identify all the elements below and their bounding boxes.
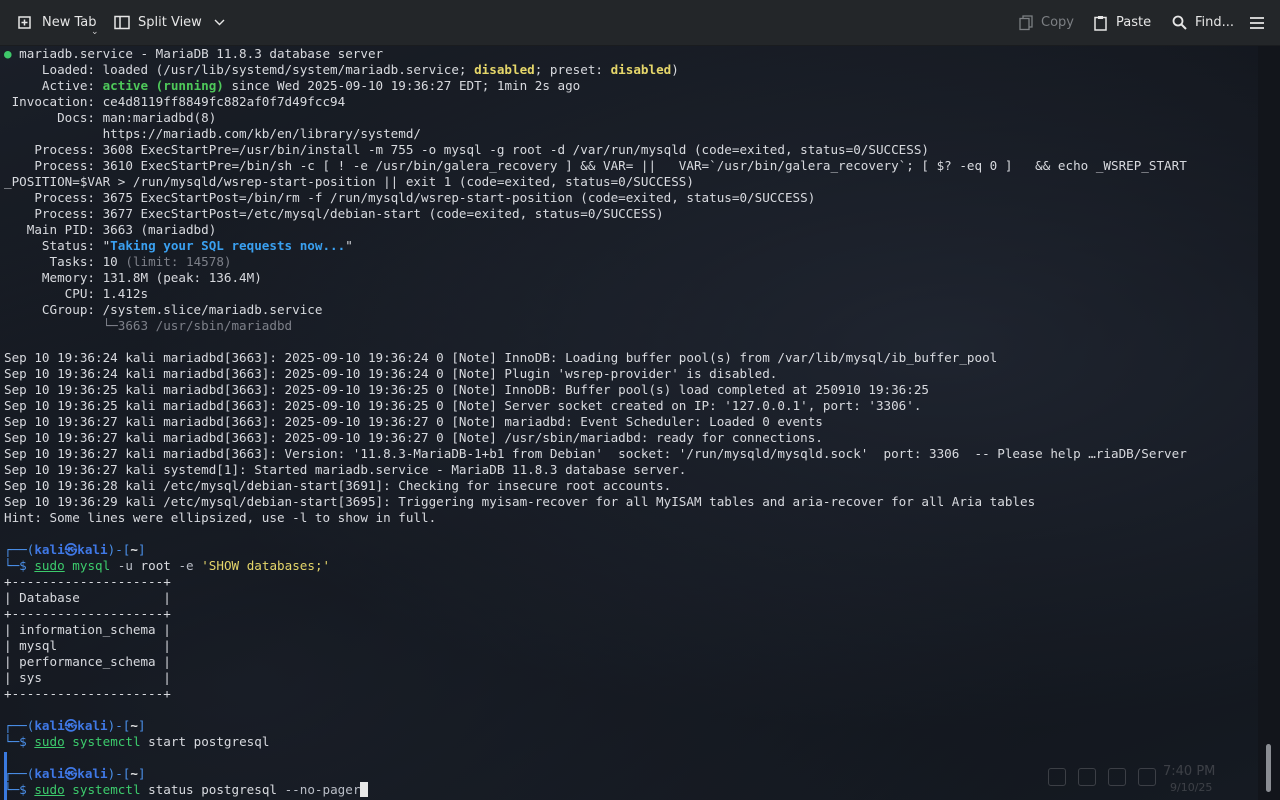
table-row: | sys | (4, 670, 171, 685)
copy-button[interactable]: Copy (1019, 0, 1074, 45)
new-tab-label: New Tab (42, 15, 97, 30)
copy-label: Copy (1041, 15, 1074, 30)
table-row: | information_schema | (4, 622, 171, 637)
status-process-wrap-line: _POSITION=$VAR > /run/mysqld/wsrep-start… (4, 174, 694, 189)
search-icon (1172, 15, 1187, 30)
status-process-line: Process: 3677 ExecStartPost=/etc/mysql/d… (4, 206, 664, 221)
table-border: +--------------------+ (4, 606, 171, 621)
status-cgroup-child-line: └─3663 /usr/sbin/mariadbd (4, 318, 293, 333)
scrollbar-thumb[interactable] (1266, 744, 1271, 792)
status-process-line: Process: 3675 ExecStartPost=/bin/rm -f /… (4, 190, 816, 205)
log-line: Sep 10 19:36:25 kali mariadbd[3663]: 202… (4, 382, 930, 397)
chevron-down-icon[interactable]: ⌄ (91, 27, 99, 37)
command-input-line[interactable]: └─$ sudo systemctl status postgresql --n… (4, 782, 369, 798)
terminal-toolbar: New Tab ⌄ Split View Copy Paste Find... (0, 0, 1280, 46)
prompt-header: ┌──(kali㉿kali)-[~] (4, 766, 146, 781)
find-label: Find... (1195, 15, 1235, 30)
log-line: Sep 10 19:36:25 kali mariadbd[3663]: 202… (4, 398, 922, 413)
chevron-down-icon[interactable] (214, 19, 225, 26)
paste-icon (1094, 15, 1107, 31)
prompt-header: ┌──(kali㉿kali)-[~] (4, 718, 146, 733)
copy-icon (1019, 14, 1033, 31)
table-border: +--------------------+ (4, 686, 171, 701)
prompt-header: ┌──(kali㉿kali)-[~] (4, 542, 146, 557)
command-line: └─$ sudo mysql -u root -e 'SHOW database… (4, 558, 331, 573)
table-row: | mysql | (4, 638, 171, 653)
hint-line: Hint: Some lines were ellipsized, use -l… (4, 510, 437, 525)
status-active-line: Active: active (running) since Wed 2025-… (4, 78, 581, 93)
status-docs-url-line: https://mariadb.com/kb/en/library/system… (4, 126, 422, 141)
status-memory-line: Memory: 131.8M (peak: 136.4M) (4, 270, 262, 285)
status-cgroup-line: CGroup: /system.slice/mariadb.service (4, 302, 323, 317)
status-invocation-line: Invocation: ce4d8119ff8849fc882af0f7d49f… (4, 94, 346, 109)
split-view-label: Split View (138, 15, 202, 30)
status-status-line: Status: "Taking your SQL requests now...… (4, 238, 353, 253)
table-border: +--------------------+ (4, 574, 171, 589)
status-docs-line: Docs: man:mariadbd(8) (4, 110, 217, 125)
new-tab-button[interactable]: New Tab ⌄ (18, 0, 99, 45)
hamburger-menu-button[interactable] (1249, 0, 1265, 45)
log-line: Sep 10 19:36:27 kali mariadbd[3663]: 202… (4, 414, 823, 429)
split-view-button[interactable]: Split View (114, 0, 225, 45)
paste-button[interactable]: Paste (1094, 0, 1151, 45)
log-line: Sep 10 19:36:27 kali mariadbd[3663]: 202… (4, 430, 823, 445)
log-line: Sep 10 19:36:24 kali mariadbd[3663]: 202… (4, 350, 998, 365)
status-process-line: Process: 3610 ExecStartPre=/bin/sh -c [ … (4, 158, 1187, 173)
status-process-line: Process: 3608 ExecStartPre=/usr/bin/inst… (4, 142, 930, 157)
log-line: Sep 10 19:36:24 kali mariadbd[3663]: 202… (4, 366, 778, 381)
terminal-output[interactable]: ● mariadb.service - MariaDB 11.8.3 datab… (4, 46, 1256, 800)
status-mainpid-line: Main PID: 3663 (mariadbd) (4, 222, 217, 237)
table-row: | performance_schema | (4, 654, 171, 669)
status-dot-icon: ● (4, 46, 12, 61)
log-line: Sep 10 19:36:29 kali /etc/mysql/debian-s… (4, 494, 1036, 509)
table-header: | Database | (4, 590, 171, 605)
status-loaded-line: Loaded: loaded (/usr/lib/systemd/system/… (4, 62, 679, 77)
log-line: Sep 10 19:36:28 kali /etc/mysql/debian-s… (4, 478, 672, 493)
text-cursor (360, 782, 369, 797)
log-line: Sep 10 19:36:27 kali mariadbd[3663]: Ver… (4, 446, 1187, 461)
new-tab-icon (18, 15, 33, 30)
find-button[interactable]: Find... (1172, 0, 1234, 45)
status-tasks-line: Tasks: 10 (limit: 14578) (4, 254, 232, 269)
log-line: Sep 10 19:36:27 kali systemd[1]: Started… (4, 462, 687, 477)
paste-label: Paste (1116, 15, 1152, 30)
status-cpu-line: CPU: 1.412s (4, 286, 149, 301)
terminal-scrollbar[interactable] (1258, 46, 1280, 800)
command-line: └─$ sudo systemctl start postgresql (4, 734, 270, 749)
hamburger-menu-icon (1249, 16, 1265, 30)
status-unit-line: ● mariadb.service - MariaDB 11.8.3 datab… (4, 46, 384, 61)
split-view-icon (114, 15, 130, 30)
